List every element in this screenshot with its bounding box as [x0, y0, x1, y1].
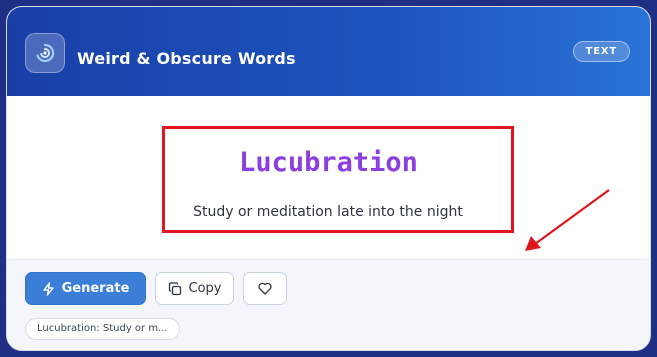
word-generator-card: Weird & Obscure Words TEXT Lucubration S…	[6, 6, 651, 351]
app-title: Weird & Obscure Words	[77, 49, 296, 68]
copy-button[interactable]: Copy	[155, 272, 234, 305]
action-bar: Generate Copy Lucubration: Study or m...	[7, 259, 650, 350]
annotation-arrow	[525, 189, 610, 251]
card-header: Weird & Obscure Words TEXT	[7, 7, 650, 96]
annotation-highlight-box	[162, 126, 514, 233]
generate-button-label: Generate	[61, 281, 130, 296]
result-area: Lucubration Study or meditation late int…	[7, 96, 650, 259]
heart-icon	[258, 282, 272, 295]
swirl-icon	[25, 33, 65, 73]
history-chip[interactable]: Lucubration: Study or m...	[25, 318, 180, 340]
lightning-icon	[42, 281, 55, 296]
favorite-button[interactable]	[243, 272, 287, 305]
copy-button-label: Copy	[188, 281, 222, 296]
copy-icon	[168, 281, 182, 296]
type-badge: TEXT	[572, 41, 630, 62]
generate-button[interactable]: Generate	[25, 272, 146, 305]
